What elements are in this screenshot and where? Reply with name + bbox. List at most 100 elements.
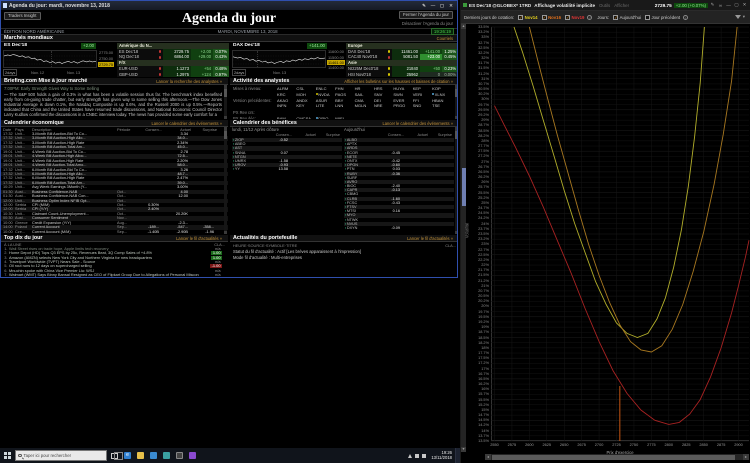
earnings-consensus: -0.09: [376, 226, 404, 230]
earnings-link[interactable]: Lancer le calendrier des événements »: [382, 120, 453, 127]
markets-link[interactable]: Courriels: [437, 35, 453, 42]
maximize-button[interactable]: ▢: [438, 2, 446, 9]
day-checkbox[interactable]: ✓: [613, 15, 618, 20]
close-agenda-button[interactable]: Fermer l'Agenda du jour: [399, 11, 453, 19]
topten-link[interactable]: Lancer le fil d'actualités »: [176, 235, 222, 242]
dax-range-button[interactable]: 2days: [232, 69, 246, 76]
ticker[interactable]: WIFI: [335, 116, 354, 119]
agenda-titlebar[interactable]: Agenda du jour: mardi, novembre 13, 2018…: [1, 1, 457, 10]
ticker[interactable]: KEY: [296, 103, 315, 108]
vol-controls-bar: Derniers jours de cotation: ✓Nov14✓Nov16…: [461, 11, 750, 24]
taskbar-app-edge[interactable]: e: [122, 450, 133, 461]
change-percent: 0.00%: [442, 72, 458, 78]
ticker[interactable]: BAM: [277, 116, 296, 119]
menu-afficher[interactable]: Afficher: [614, 3, 629, 8]
y-tick-label: 27.7%: [467, 144, 489, 148]
market-row[interactable]: NQ Dec'186864.00+29.000.43%: [117, 54, 229, 60]
tray-volume-icon[interactable]: [422, 454, 426, 458]
vol-titlebar[interactable]: ES Dec'18 @GLOBEX* 1TRD Affichage volati…: [461, 0, 750, 11]
agenda-window: Agenda du jour: mardi, novembre 13, 2018…: [0, 0, 458, 278]
minimize-button[interactable]: —: [429, 2, 437, 9]
scrollbar[interactable]: [224, 85, 228, 119]
portfolio-link[interactable]: Lancer le fil d'actualités »: [407, 235, 453, 242]
disable-agenda-link[interactable]: Désactiver l'Agenda du jour: [402, 21, 453, 26]
ticker[interactable]: LNN: [335, 103, 354, 108]
news-item[interactable]: 8.Exclusive: Dell taps banks to raise mo…: [1, 277, 228, 278]
tray-network-icon[interactable]: [415, 454, 419, 458]
ticker[interactable]: KRC: [277, 92, 296, 97]
notification-center-button[interactable]: [455, 448, 460, 463]
market-row[interactable]: HSI Nov0'182596200.00%: [346, 72, 458, 78]
day-checkbox[interactable]: [645, 15, 650, 20]
horizontal-scrollbar[interactable]: ◄ ►: [485, 454, 749, 460]
scrollbar[interactable]: [455, 85, 459, 119]
vol-plot-area[interactable]: [491, 27, 749, 441]
scrollbar[interactable]: [224, 127, 228, 234]
scroll-down-icon[interactable]: ▼: [461, 447, 466, 452]
earnings-row[interactable]: ▪DXYN-0.09: [344, 226, 454, 230]
ticker[interactable]: SAIL: [355, 92, 374, 97]
ticker[interactable]: MGLN: [355, 103, 374, 108]
ticker[interactable]: NRE: [374, 103, 393, 108]
taskbar-app-mail[interactable]: [161, 450, 172, 461]
taskbar-search[interactable]: Taper ici pour rechercher: [15, 450, 107, 461]
maximize-button[interactable]: ▢: [733, 2, 740, 8]
ticker[interactable]: SND: [413, 103, 432, 108]
taskbar-app-chart[interactable]: [187, 450, 198, 461]
y-tick-label: 25.2%: [467, 196, 489, 200]
scroll-right-icon[interactable]: ►: [743, 454, 749, 460]
briefing-link[interactable]: Lancer la recherche des analystes »: [156, 78, 222, 85]
ticker[interactable]: CMCSA: [296, 116, 315, 119]
close-button[interactable]: ✕: [447, 2, 455, 9]
analysts-link[interactable]: Afficher les bulletins sur les hausses e…: [344, 78, 453, 85]
info-icon[interactable]: i: [587, 15, 592, 20]
expiry-checkbox[interactable]: ✓: [565, 15, 570, 20]
link-icon[interactable]: ∞: [717, 3, 724, 8]
ticker[interactable]: NVDA: [316, 92, 335, 97]
edit-icon[interactable]: ✎: [420, 2, 428, 9]
scroll-up-icon[interactable]: ▲: [461, 24, 466, 29]
ticker[interactable]: DRIO: [316, 116, 335, 119]
info-icon[interactable]: i: [683, 15, 688, 20]
analyst-group-label: PX Rev crs:: [230, 110, 277, 115]
ticker[interactable]: PAGS: [335, 92, 354, 97]
y-tick-label: 20.5%: [467, 294, 489, 298]
ticker[interactable]: SWN: [393, 92, 412, 97]
chevron-down-icon[interactable]: ▾: [743, 14, 745, 20]
filter-icon[interactable]: [735, 15, 741, 19]
dax-mini-chart[interactable]: [232, 50, 326, 68]
earnings-row[interactable]: ▪YY13.58: [232, 167, 342, 171]
ticker[interactable]: LITE: [316, 103, 335, 108]
ticker[interactable]: INFN: [277, 103, 296, 108]
ticker[interactable]: TSE: [432, 103, 451, 108]
minimize-button[interactable]: —: [725, 3, 732, 8]
eco-calendar-link[interactable]: Lancer le calendrier des événements »: [151, 120, 222, 127]
taskbar-app-store[interactable]: [148, 450, 159, 461]
task-view-button[interactable]: [109, 450, 120, 461]
market-row[interactable]: GBP-USD1.2975+1240.97%: [117, 72, 229, 78]
edit-icon[interactable]: ✎: [709, 2, 716, 8]
es-range-button[interactable]: 2days: [3, 69, 17, 76]
scrollbar[interactable]: [455, 127, 459, 234]
menu-outils[interactable]: Outils: [599, 3, 610, 8]
taskbar-app-terminal[interactable]: [174, 450, 185, 461]
ticker[interactable]: VERI: [413, 92, 432, 97]
taskbar-app-explorer[interactable]: [135, 450, 146, 461]
scrollbar-thumb[interactable]: [492, 455, 735, 460]
ticker[interactable]: XLNX: [432, 92, 451, 97]
es-mini-chart[interactable]: [3, 50, 97, 68]
y-tick-label: 19.5%: [467, 315, 489, 319]
market-row[interactable]: CAC40 Nov0'185081.50+23.000.45%: [346, 54, 458, 60]
expiry-checkbox[interactable]: ✓: [518, 15, 523, 20]
start-button[interactable]: [0, 448, 15, 463]
scrollbar-thumb[interactable]: [462, 168, 466, 206]
close-button[interactable]: ✕: [741, 2, 748, 8]
scroll-left-icon[interactable]: ◄: [485, 454, 491, 460]
expiry-checkbox[interactable]: ✓: [542, 15, 547, 20]
ticker[interactable]: PRGO: [393, 103, 412, 108]
eco-row[interactable]: 10:00Cze...Current Account (M/M)Sep...-1…: [1, 230, 228, 234]
ticker[interactable]: MOH: [296, 92, 315, 97]
ticker[interactable]: SNV: [374, 92, 393, 97]
tray-clock[interactable]: 19:26 13/11/2018: [431, 451, 452, 461]
tray-chevron-icon[interactable]: [408, 454, 412, 458]
